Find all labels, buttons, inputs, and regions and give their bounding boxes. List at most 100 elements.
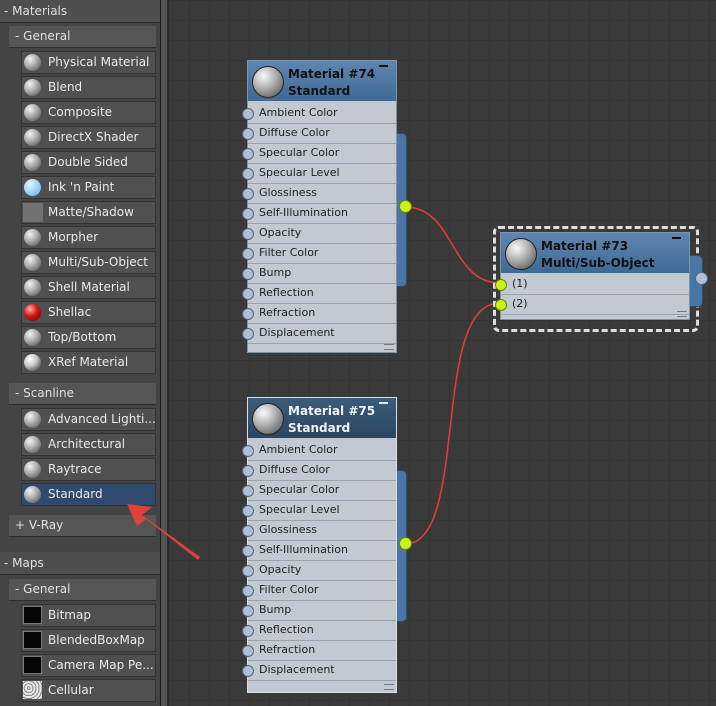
input-port[interactable] (242, 645, 254, 657)
slot-label: Ambient Color (259, 106, 338, 119)
node-material-73[interactable]: Material #73 Multi/Sub-Object (1) (2) (495, 232, 690, 320)
input-port[interactable] (242, 188, 254, 200)
slot-label: Specular Color (259, 483, 340, 496)
slot-diffuse-color[interactable]: Diffuse Color (242, 461, 396, 481)
pointer-arrow-icon (127, 504, 200, 560)
slot-self-illumination[interactable]: Self-Illumination (242, 541, 396, 561)
slot-label: Self-Illumination (259, 543, 348, 556)
node-title: Material #73 Multi/Sub-Object (541, 239, 655, 270)
input-port[interactable] (242, 505, 254, 517)
input-port[interactable] (242, 128, 254, 140)
slot-label: Opacity (259, 226, 302, 239)
slot-reflection[interactable]: Reflection (242, 621, 396, 641)
wire-mat75-to-slot2[interactable] (404, 302, 501, 545)
input-port[interactable] (242, 485, 254, 497)
slot-opacity[interactable]: Opacity (242, 561, 396, 581)
slot-label: Specular Color (259, 146, 340, 159)
slot-1[interactable]: (1) (495, 275, 689, 295)
slot-label: Specular Level (259, 166, 340, 179)
slot-self-illumination[interactable]: Self-Illumination (242, 204, 396, 224)
input-port[interactable] (242, 328, 254, 340)
node-title: Material #74 Standard (288, 67, 376, 98)
input-port[interactable] (242, 565, 254, 577)
material-preview-sphere (252, 403, 284, 435)
input-port[interactable] (495, 279, 507, 291)
node-material-75[interactable]: Material #75 Standard Ambient Color Diffus… (242, 397, 397, 693)
slot-label: Ambient Color (259, 443, 338, 456)
input-port[interactable] (242, 545, 254, 557)
slot-opacity[interactable]: Opacity (242, 224, 396, 244)
input-port[interactable] (242, 168, 254, 180)
slot-specular-level[interactable]: Specular Level (242, 501, 396, 521)
slot-label: Displacement (259, 326, 335, 339)
minimize-icon[interactable] (379, 402, 388, 404)
slot-label: Refraction (259, 643, 316, 656)
mat74-output-port[interactable] (399, 200, 412, 213)
slot-label: Refraction (259, 306, 316, 319)
slot-ambient-color[interactable]: Ambient Color (242, 441, 396, 461)
input-port[interactable] (242, 605, 254, 617)
slot-label: Opacity (259, 563, 302, 576)
resize-grip-icon[interactable] (384, 344, 394, 350)
slot-refraction[interactable]: Refraction (242, 641, 396, 661)
input-port[interactable] (242, 308, 254, 320)
slot-label: Specular Level (259, 503, 340, 516)
slot-label: Diffuse Color (259, 463, 330, 476)
slot-reflection[interactable]: Reflection (242, 284, 396, 304)
node-title: Material #75 Standard (288, 404, 376, 435)
slot-label: Filter Color (259, 583, 319, 596)
slot-displacement[interactable]: Displacement (242, 324, 396, 344)
node-header[interactable]: Material #75 Standard (248, 398, 396, 438)
input-port[interactable] (242, 248, 254, 260)
material-preview-sphere (252, 66, 284, 98)
minimize-icon[interactable] (379, 65, 388, 67)
input-port[interactable] (242, 445, 254, 457)
minimize-icon[interactable] (672, 237, 681, 239)
node-material-74[interactable]: Material #74 Standard Ambient Color Diffus… (242, 60, 397, 353)
input-port[interactable] (242, 288, 254, 300)
wire-mat74-to-slot1[interactable] (404, 206, 501, 284)
slot-label: Self-Illumination (259, 206, 348, 219)
material-preview-sphere (505, 238, 537, 270)
slot-2[interactable]: (2) (495, 295, 689, 315)
slot-specular-color[interactable]: Specular Color (242, 481, 396, 501)
slot-label: Reflection (259, 286, 314, 299)
node-header[interactable]: Material #73 Multi/Sub-Object (501, 233, 689, 273)
input-port[interactable] (242, 625, 254, 637)
slot-label: Bump (259, 266, 292, 279)
input-port[interactable] (242, 585, 254, 597)
slot-glossiness[interactable]: Glossiness (242, 521, 396, 541)
slot-label: Reflection (259, 623, 314, 636)
input-port[interactable] (242, 465, 254, 477)
input-port[interactable] (242, 148, 254, 160)
input-port[interactable] (242, 268, 254, 280)
slot-label: Bump (259, 603, 292, 616)
slot-filter-color[interactable]: Filter Color (242, 244, 396, 264)
slot-diffuse-color[interactable]: Diffuse Color (242, 124, 396, 144)
slot-bump[interactable]: Bump (242, 264, 396, 284)
slot-label: Diffuse Color (259, 126, 330, 139)
slot-glossiness[interactable]: Glossiness (242, 184, 396, 204)
slot-label: Filter Color (259, 246, 319, 259)
slot-specular-color[interactable]: Specular Color (242, 144, 396, 164)
slot-refraction[interactable]: Refraction (242, 304, 396, 324)
resize-grip-icon[interactable] (384, 684, 394, 690)
input-port[interactable] (242, 525, 254, 537)
input-port[interactable] (242, 108, 254, 120)
input-port[interactable] (242, 208, 254, 220)
resize-grip-icon[interactable] (677, 311, 687, 317)
input-port[interactable] (495, 299, 507, 311)
input-port[interactable] (242, 665, 254, 677)
slot-bump[interactable]: Bump (242, 601, 396, 621)
slot-filter-color[interactable]: Filter Color (242, 581, 396, 601)
slot-specular-level[interactable]: Specular Level (242, 164, 396, 184)
node-header[interactable]: Material #74 Standard (248, 61, 396, 101)
slot-ambient-color[interactable]: Ambient Color (242, 104, 396, 124)
mat73-output-port[interactable] (695, 272, 708, 285)
slot-label: Glossiness (259, 523, 318, 536)
slot-label: Displacement (259, 663, 335, 676)
input-port[interactable] (242, 228, 254, 240)
slot-displacement[interactable]: Displacement (242, 661, 396, 681)
slot-label: Glossiness (259, 186, 318, 199)
mat75-output-port[interactable] (399, 537, 412, 550)
